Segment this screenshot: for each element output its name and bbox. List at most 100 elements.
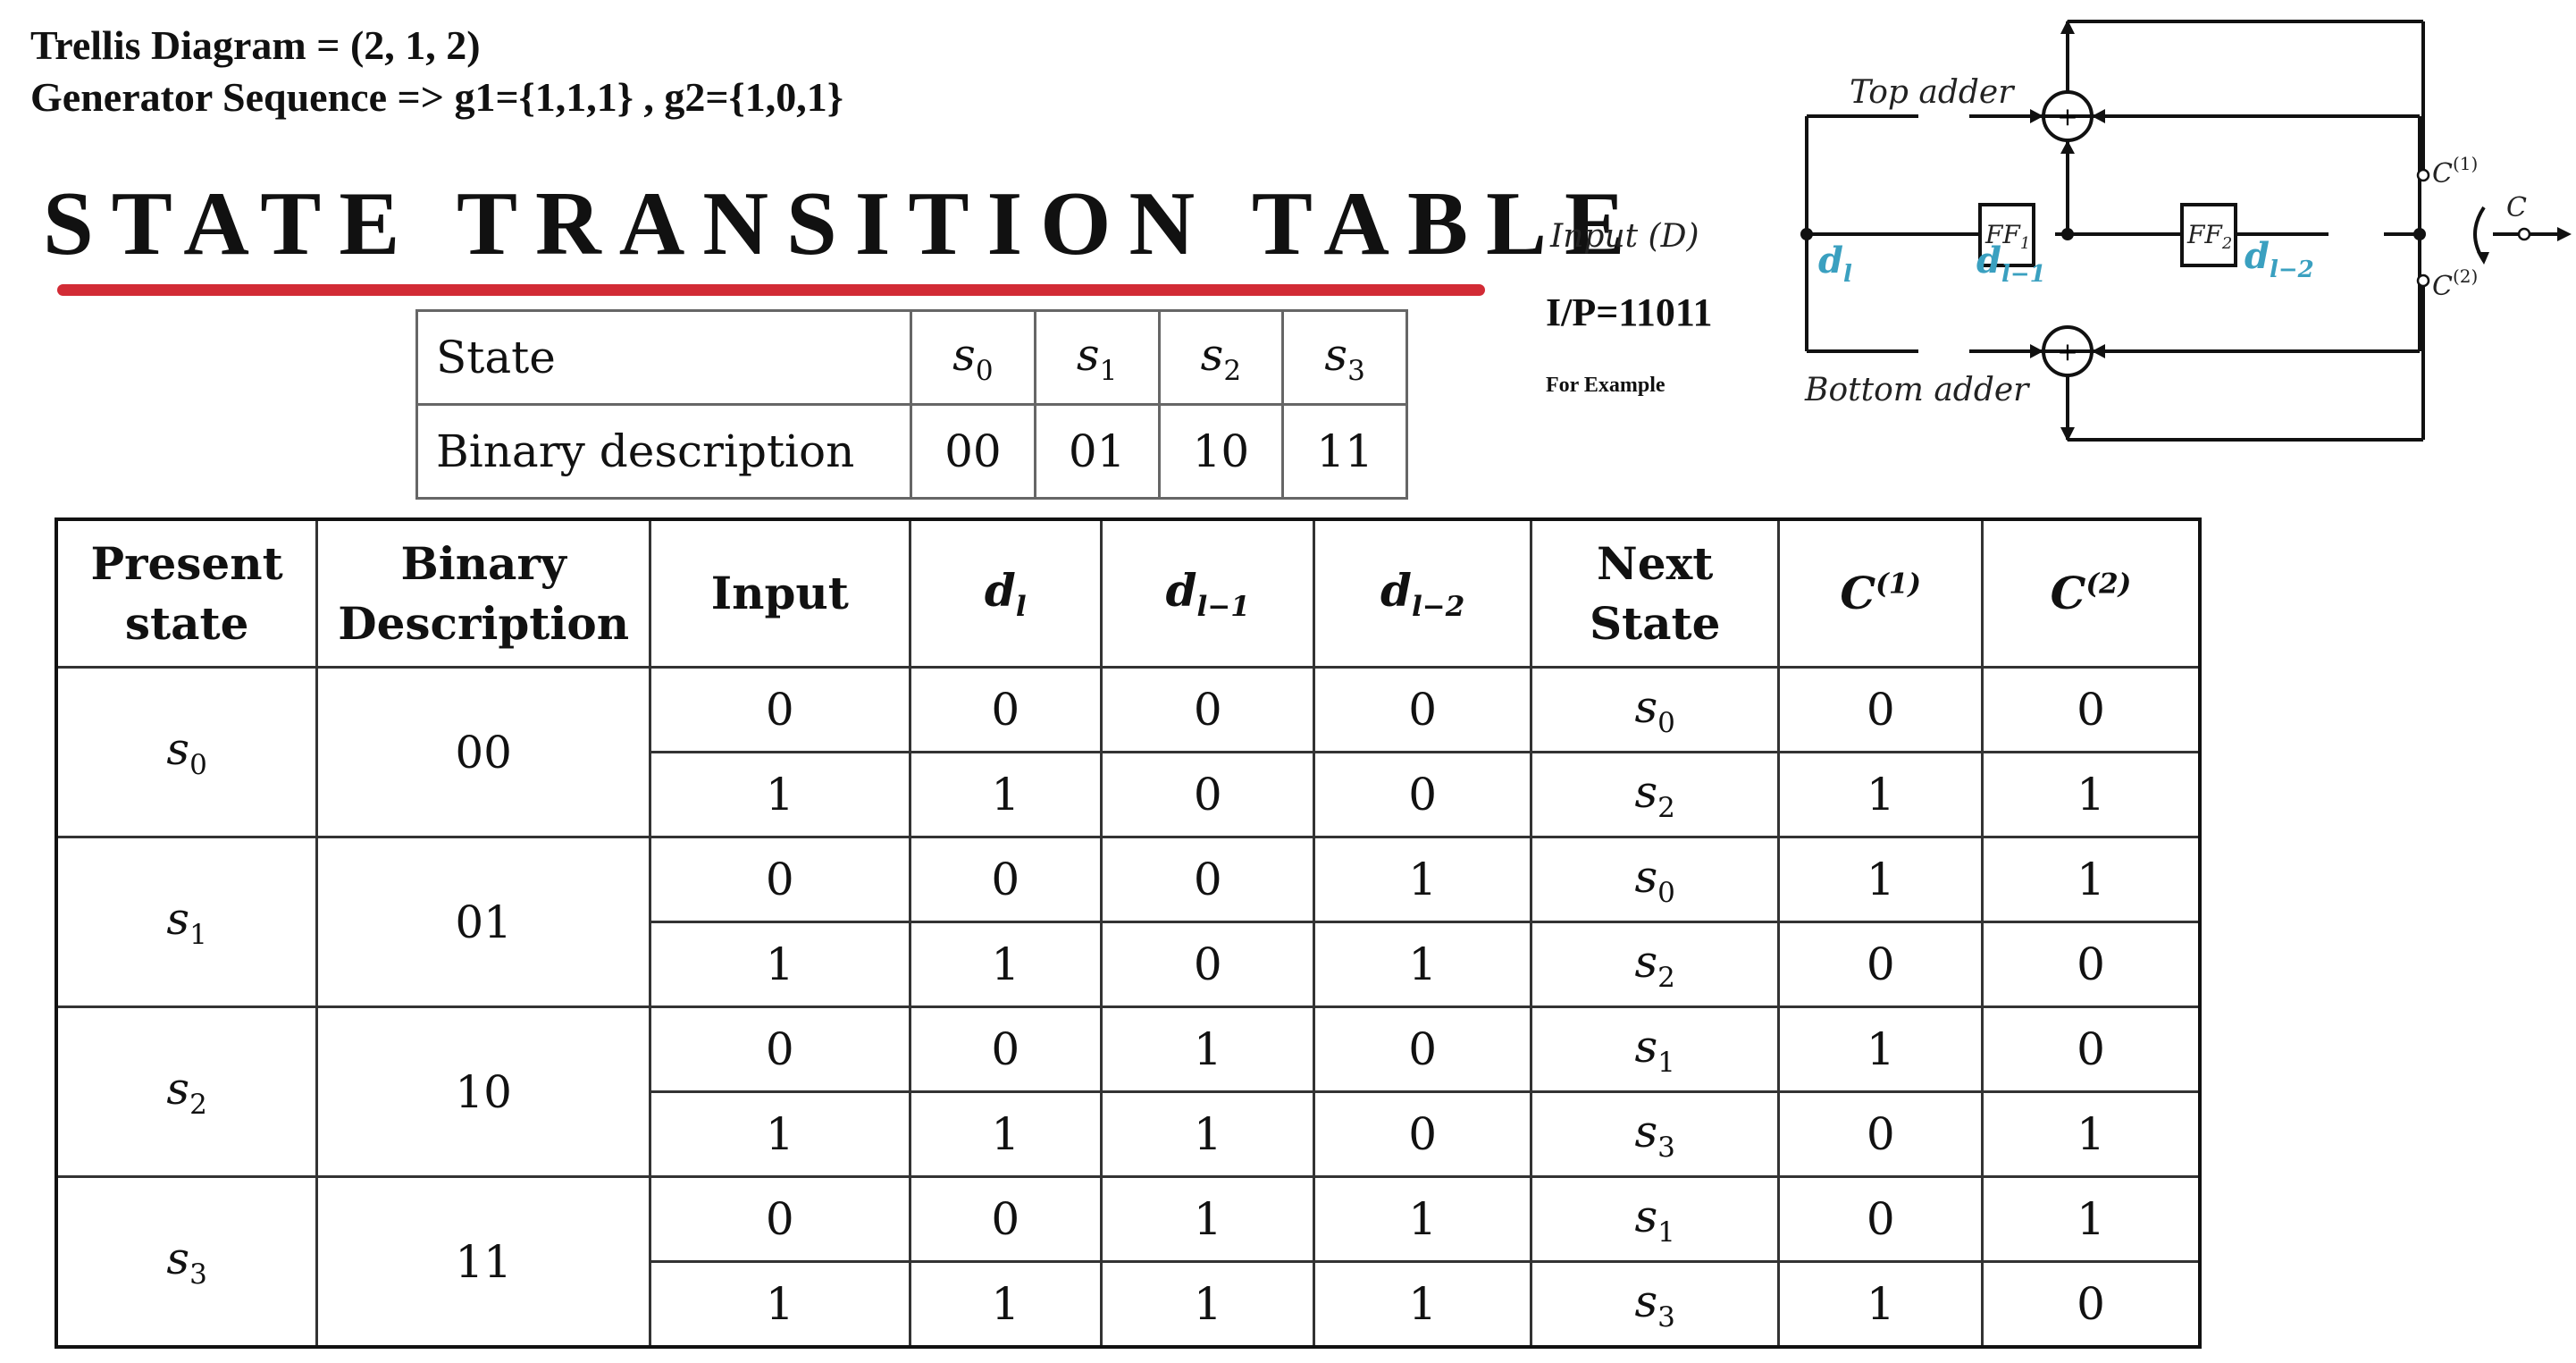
state-symbol: s xyxy=(1634,1020,1658,1073)
state-symbol: s xyxy=(1634,680,1658,733)
header-text: state xyxy=(124,597,249,650)
svg-text:dl: dl xyxy=(1818,240,1852,288)
top-adder-label: Top adder xyxy=(1850,74,2015,111)
plus-icon: + xyxy=(2057,337,2077,366)
dl-cell: 1 xyxy=(908,1090,1103,1178)
state-symbol: s xyxy=(166,723,190,775)
header-dl-minus-1: dl−1 xyxy=(1099,517,1316,669)
dl-minus-1-cell: 0 xyxy=(1099,921,1316,1008)
dl2-subscript: l−2 xyxy=(2270,257,2314,283)
dl-minus-1-cell: 1 xyxy=(1099,1090,1316,1178)
c1-label: C xyxy=(2432,158,2453,189)
c2-label: C xyxy=(2432,271,2453,302)
arrow-icon xyxy=(2030,344,2043,358)
dl-minus-2-cell: 0 xyxy=(1313,1090,1532,1178)
next-state-cell: s0 xyxy=(1529,836,1781,923)
dl-cell: 1 xyxy=(908,921,1103,1008)
title-underline xyxy=(57,284,1485,296)
state-transition-table: Present state Binary Description Input dl … xyxy=(55,517,2202,1349)
example-input-text: I/P=11011 xyxy=(1546,290,1713,334)
output-terminal xyxy=(2517,227,2531,241)
dl-minus-1-cell: 0 xyxy=(1099,751,1316,838)
header-symbol: d xyxy=(1380,564,1413,618)
header-text: Description xyxy=(338,597,630,650)
binary-cell: 00 xyxy=(910,403,1036,500)
header-subscript: l−1 xyxy=(1196,591,1250,624)
dl-cell: 0 xyxy=(908,836,1103,923)
state-symbol: s xyxy=(1324,328,1348,381)
binary-cell: 01 xyxy=(1033,403,1161,500)
state-subscript: 1 xyxy=(189,919,207,951)
state-cell: s2 xyxy=(1157,309,1285,406)
dl-minus-1-cell: 0 xyxy=(1099,666,1316,753)
header-text: State xyxy=(1589,597,1721,650)
c2-cell: 1 xyxy=(1980,1175,2202,1263)
state-subscript: 1 xyxy=(1657,1216,1675,1249)
svg-text:dl−2: dl−2 xyxy=(2245,235,2314,283)
next-state-cell: s2 xyxy=(1529,921,1781,1008)
header-subscript: l xyxy=(1015,591,1027,624)
c1-superscript: (1) xyxy=(2453,153,2478,174)
binary-row: Binary description 00 01 10 11 xyxy=(415,403,1408,500)
header-text: Next xyxy=(1596,536,1714,590)
state-subscript: 2 xyxy=(189,1089,207,1121)
next-state-cell: s2 xyxy=(1529,751,1781,838)
ff1-subscript: 1 xyxy=(2020,234,2030,253)
junction-dot xyxy=(2413,228,2426,240)
binary-row-label: Binary description xyxy=(415,403,912,500)
state-cell: s0 xyxy=(910,309,1036,406)
state-subscript: 0 xyxy=(975,354,994,387)
header-dl-minus-2: dl−2 xyxy=(1313,517,1532,669)
arrow-icon xyxy=(2030,109,2043,123)
arrow-icon xyxy=(2477,252,2489,265)
input-label: Input (D) xyxy=(1549,218,1699,255)
state-subscript: 1 xyxy=(1099,354,1118,387)
c2-terminal xyxy=(2416,273,2430,288)
dl-minus-1-cell: 1 xyxy=(1099,1260,1316,1349)
dl-minus-2-cell: 0 xyxy=(1313,1005,1532,1093)
state-subscript: 3 xyxy=(189,1258,207,1291)
dl-cell: 0 xyxy=(908,1175,1103,1263)
binary-description-cell: 00 xyxy=(315,666,652,838)
header-subscript: l−2 xyxy=(1412,591,1465,624)
c2-cell: 1 xyxy=(1980,751,2202,838)
table-row: s0 00 0 0 0 0 s0 0 0 xyxy=(55,666,2202,838)
present-state-cell: s1 xyxy=(55,836,319,1008)
ff2-subscript: 2 xyxy=(2221,234,2232,253)
c1-cell: 1 xyxy=(1777,1005,1984,1093)
svg-text:C(2): C(2) xyxy=(2432,265,2478,302)
input-cell: 0 xyxy=(649,1005,911,1093)
state-subscript: 3 xyxy=(1347,354,1365,387)
table-row: s3 11 0 0 1 1 s1 0 1 xyxy=(55,1175,2202,1349)
state-symbol: s xyxy=(1634,850,1658,903)
dl-cell: 1 xyxy=(908,751,1103,838)
state-subscript: 0 xyxy=(1657,876,1675,909)
state-symbol: s xyxy=(1634,935,1658,988)
output-c-label: C xyxy=(2506,192,2527,223)
input-cell: 1 xyxy=(649,921,911,1008)
binary-description-cell: 10 xyxy=(315,1005,652,1178)
header-symbol: C xyxy=(2050,567,2086,620)
dl-cell: 1 xyxy=(908,1260,1103,1349)
header-text: Present xyxy=(90,536,283,590)
state-row: State s0 s1 s2 s3 xyxy=(415,309,1408,406)
present-state-cell: s0 xyxy=(55,666,319,838)
state-symbol: s xyxy=(166,1233,190,1284)
page-title: STATE TRANSITION TABLE xyxy=(43,173,1644,274)
c2-cell: 0 xyxy=(1980,921,2202,1008)
header-superscript: (1) xyxy=(1875,568,1922,601)
dl2-label: d xyxy=(2245,235,2270,277)
dl-minus-2-cell: 0 xyxy=(1313,751,1532,838)
next-state-cell: s0 xyxy=(1529,666,1781,753)
junction-dot xyxy=(2061,228,2074,240)
state-row-label: State xyxy=(415,309,912,406)
dl-cell: 0 xyxy=(908,1005,1103,1093)
state-symbol: s xyxy=(1076,328,1100,381)
state-cell: s3 xyxy=(1281,309,1408,406)
generator-sequence-text: Generator Sequence => g1={1,1,1} , g2={1… xyxy=(30,74,843,120)
dl-minus-1-cell: 1 xyxy=(1099,1005,1316,1093)
present-state-cell: s3 xyxy=(55,1175,319,1349)
state-subscript: 3 xyxy=(1657,1300,1675,1334)
table-row: s2 10 0 0 1 0 s1 1 0 xyxy=(55,1005,2202,1178)
state-symbol: s xyxy=(166,893,190,945)
